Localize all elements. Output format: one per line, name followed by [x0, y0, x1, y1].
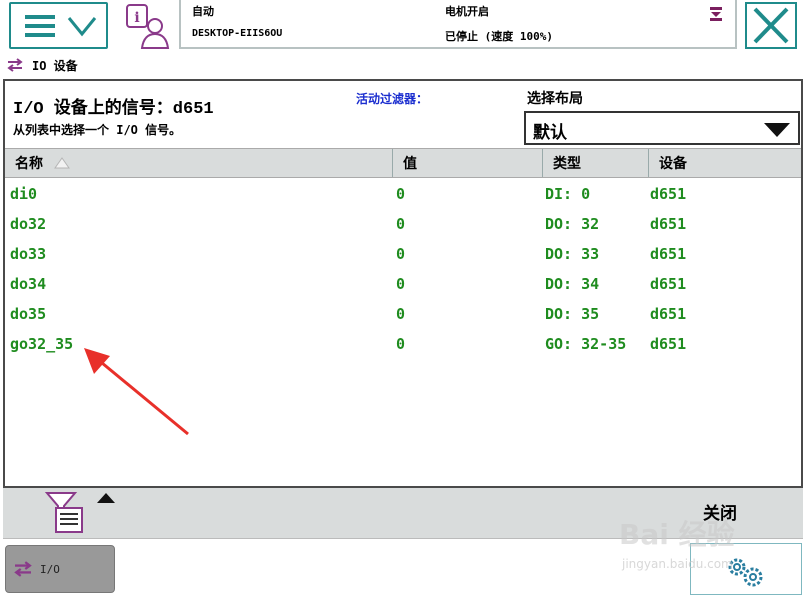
hamburger-menu-icon — [25, 15, 55, 42]
top-bar: i 自动 DESKTOP-EIIS6OU 电机开启 已停止 (速度 100%) — [0, 0, 806, 52]
svg-text:i: i — [134, 10, 139, 26]
signal-name: go32_35 — [10, 335, 74, 353]
active-filter-label: 活动过滤器： — [356, 92, 429, 106]
sort-ascending-icon — [54, 157, 71, 169]
signal-value: 0 — [396, 275, 406, 293]
table-row[interactable]: do35 0 DO: 35 d651 — [5, 299, 801, 329]
io-arrows-icon — [7, 58, 23, 72]
signal-device: d651 — [650, 275, 687, 293]
signal-value: 0 — [396, 335, 406, 353]
signal-value: 0 — [396, 305, 406, 323]
layout-select[interactable]: 默认 — [524, 111, 800, 145]
table-row[interactable]: do34 0 DO: 34 d651 — [5, 269, 801, 299]
signal-name: di0 — [10, 185, 38, 203]
signal-name: do34 — [10, 275, 47, 293]
signal-type: DO: 33 — [545, 245, 600, 263]
column-header-name[interactable]: 名称 — [5, 149, 393, 177]
page-title: I/O 设备上的信号：d651 — [13, 100, 214, 119]
table-header: 名称 值 类型 设备 — [5, 148, 801, 178]
task-io-label: I/O — [40, 562, 60, 576]
menu-button[interactable] — [9, 2, 108, 49]
column-header-device[interactable]: 设备 — [649, 149, 801, 177]
gears-icon — [728, 558, 763, 587]
column-header-label: 名称 — [15, 156, 43, 172]
signal-name: do32 — [10, 215, 47, 233]
chevron-down-icon — [67, 17, 97, 37]
close-button[interactable] — [745, 2, 797, 49]
signal-value: 0 — [396, 245, 406, 263]
column-header-label: 类型 — [553, 156, 581, 172]
signal-device: d651 — [650, 215, 687, 233]
signal-type: DO: 35 — [545, 305, 600, 323]
status-flag-icon — [710, 7, 722, 21]
page-subtitle: 从列表中选择一个 I/O 信号。 — [13, 123, 182, 137]
column-header-label: 设备 — [659, 156, 687, 172]
signal-list: di0 0 DI: 0 d651 do32 0 DO: 32 d651 do33… — [5, 179, 801, 359]
signal-device: d651 — [650, 305, 687, 323]
io-arrows-icon — [14, 561, 32, 577]
task-io-button[interactable]: I/O — [5, 545, 115, 593]
layout-label: 选择布局 — [527, 91, 583, 107]
signal-name: do35 — [10, 305, 47, 323]
signal-type: DI: 0 — [545, 185, 591, 203]
table-row[interactable]: do32 0 DO: 32 d651 — [5, 209, 801, 239]
dropdown-arrow-icon — [764, 123, 790, 137]
layout-select-value: 默认 — [533, 123, 567, 143]
breadcrumb[interactable]: IO 设备 — [6, 56, 78, 74]
expand-up-icon[interactable] — [97, 493, 115, 503]
signal-value: 0 — [396, 215, 406, 233]
signal-device: d651 — [650, 245, 687, 263]
annotation-arrow-icon — [84, 348, 189, 436]
signal-type: GO: 32-35 — [545, 335, 627, 353]
signal-name: do33 — [10, 245, 47, 263]
status-panel[interactable]: 自动 DESKTOP-EIIS6OU 电机开启 已停止 (速度 100%) — [179, 0, 737, 49]
status-mode: 自动 — [192, 5, 214, 18]
taskbar: I/O — [0, 540, 806, 598]
close-x-icon — [753, 7, 789, 44]
bottom-toolbar: 关闭 — [3, 488, 803, 539]
column-header-type[interactable]: 类型 — [543, 149, 649, 177]
status-motor: 电机开启 — [445, 5, 489, 18]
signal-device: d651 — [650, 335, 687, 353]
column-header-label: 值 — [403, 156, 417, 172]
signal-device: d651 — [650, 185, 687, 203]
close-action-button[interactable]: 关闭 — [703, 499, 737, 524]
filter-funnel-icon[interactable] — [43, 490, 87, 536]
signal-type: DO: 34 — [545, 275, 600, 293]
breadcrumb-label: IO 设备 — [32, 58, 78, 73]
status-state: 已停止 (速度 100%) — [445, 30, 553, 43]
status-host: DESKTOP-EIIS6OU — [192, 28, 283, 39]
table-row[interactable]: do33 0 DO: 33 d651 — [5, 239, 801, 269]
signal-type: DO: 32 — [545, 215, 600, 233]
quickset-button[interactable] — [690, 543, 802, 595]
column-header-value[interactable]: 值 — [393, 149, 543, 177]
table-row[interactable]: di0 0 DI: 0 d651 — [5, 179, 801, 209]
signal-value: 0 — [396, 185, 406, 203]
info-user-icon[interactable]: i — [125, 2, 171, 50]
